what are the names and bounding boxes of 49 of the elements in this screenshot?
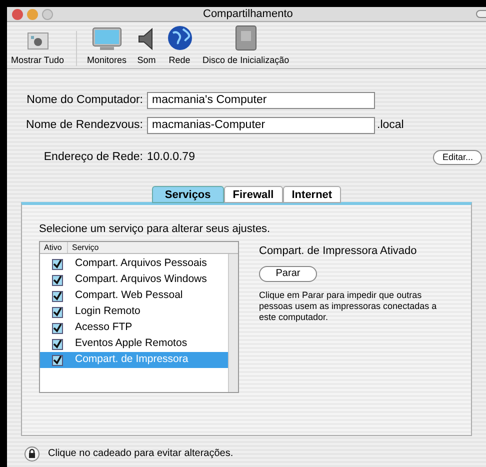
globe-icon <box>166 25 193 51</box>
field-label: Nome de Rendezvous: <box>25 118 144 134</box>
domain-suffix: .local <box>376 118 404 134</box>
checkbox[interactable] <box>52 306 63 318</box>
service-row[interactable]: Acesso FTP <box>40 320 228 336</box>
edit-button[interactable]: Editar... <box>433 150 482 165</box>
scrollbar-track[interactable] <box>228 254 238 392</box>
toolbar-item[interactable]: Mostrar Tudo <box>11 55 64 66</box>
service-name: Compart. Arquivos Pessoais <box>75 256 207 272</box>
checkbox[interactable] <box>52 322 63 334</box>
stop-button[interactable]: Parar <box>259 266 317 282</box>
toolbar-item[interactable]: Rede <box>168 55 190 66</box>
service-name: Login Remoto <box>75 304 140 320</box>
lock-message: Clique no cadeado para evitar alterações. <box>48 447 234 462</box>
checkbox[interactable] <box>52 354 63 366</box>
checkbox[interactable] <box>52 274 63 286</box>
service-row[interactable]: Login Remoto <box>40 304 228 320</box>
tab[interactable]: Serviços <box>152 186 224 203</box>
tab[interactable]: Firewall <box>224 186 283 203</box>
service-name: Eventos Apple Remotos <box>75 336 188 352</box>
service-row[interactable]: Compart. Arquivos Windows <box>40 272 228 288</box>
toolbar-item[interactable]: Som <box>137 55 156 66</box>
service-row[interactable]: Compart. Web Pessoal <box>40 288 228 304</box>
checkbox[interactable] <box>52 290 63 302</box>
service-name: Compart. Arquivos Windows <box>75 272 207 288</box>
tab[interactable]: Internet <box>282 186 342 203</box>
computer-name-field[interactable]: macmania's Computer <box>147 92 375 110</box>
description-text: Clique em Parar para impedir que outras pessoas usem as impressoras conectadas a este computador. <box>259 290 438 323</box>
service-row[interactable]: Eventos Apple Remotos <box>40 336 228 352</box>
service-row[interactable]: Compart. Arquivos Pessoais <box>40 256 228 272</box>
instruction-text: Selecione um serviço para alterar seus ajustes. <box>39 222 272 237</box>
column-header[interactable]: Ativo <box>40 242 68 254</box>
column-header[interactable]: Serviço <box>68 242 99 254</box>
service-status: Compart. de Impressora Ativado <box>259 244 418 260</box>
monitor-icon <box>92 27 122 51</box>
lock-icon[interactable] <box>24 446 40 462</box>
network-address: 10.0.0.79 <box>147 150 195 164</box>
checkbox[interactable] <box>52 258 63 270</box>
toolbar-item[interactable]: Disco de Inicialização <box>202 55 290 66</box>
service-name: Compart. Web Pessoal <box>75 288 183 304</box>
field-label: Nome do Computador: <box>26 93 144 108</box>
close-button[interactable] <box>12 8 23 20</box>
toolbar-item[interactable]: Monitores <box>87 55 127 66</box>
service-name: Compart. de Impressora <box>75 352 188 368</box>
checkbox[interactable] <box>52 338 63 350</box>
service-name: Acesso FTP <box>75 320 132 336</box>
window-title: Compartilhamento <box>203 6 293 22</box>
field-label: Endereço de Rede: <box>42 150 144 164</box>
rendezvous-name-field[interactable]: macmanias-Computer <box>147 117 375 134</box>
